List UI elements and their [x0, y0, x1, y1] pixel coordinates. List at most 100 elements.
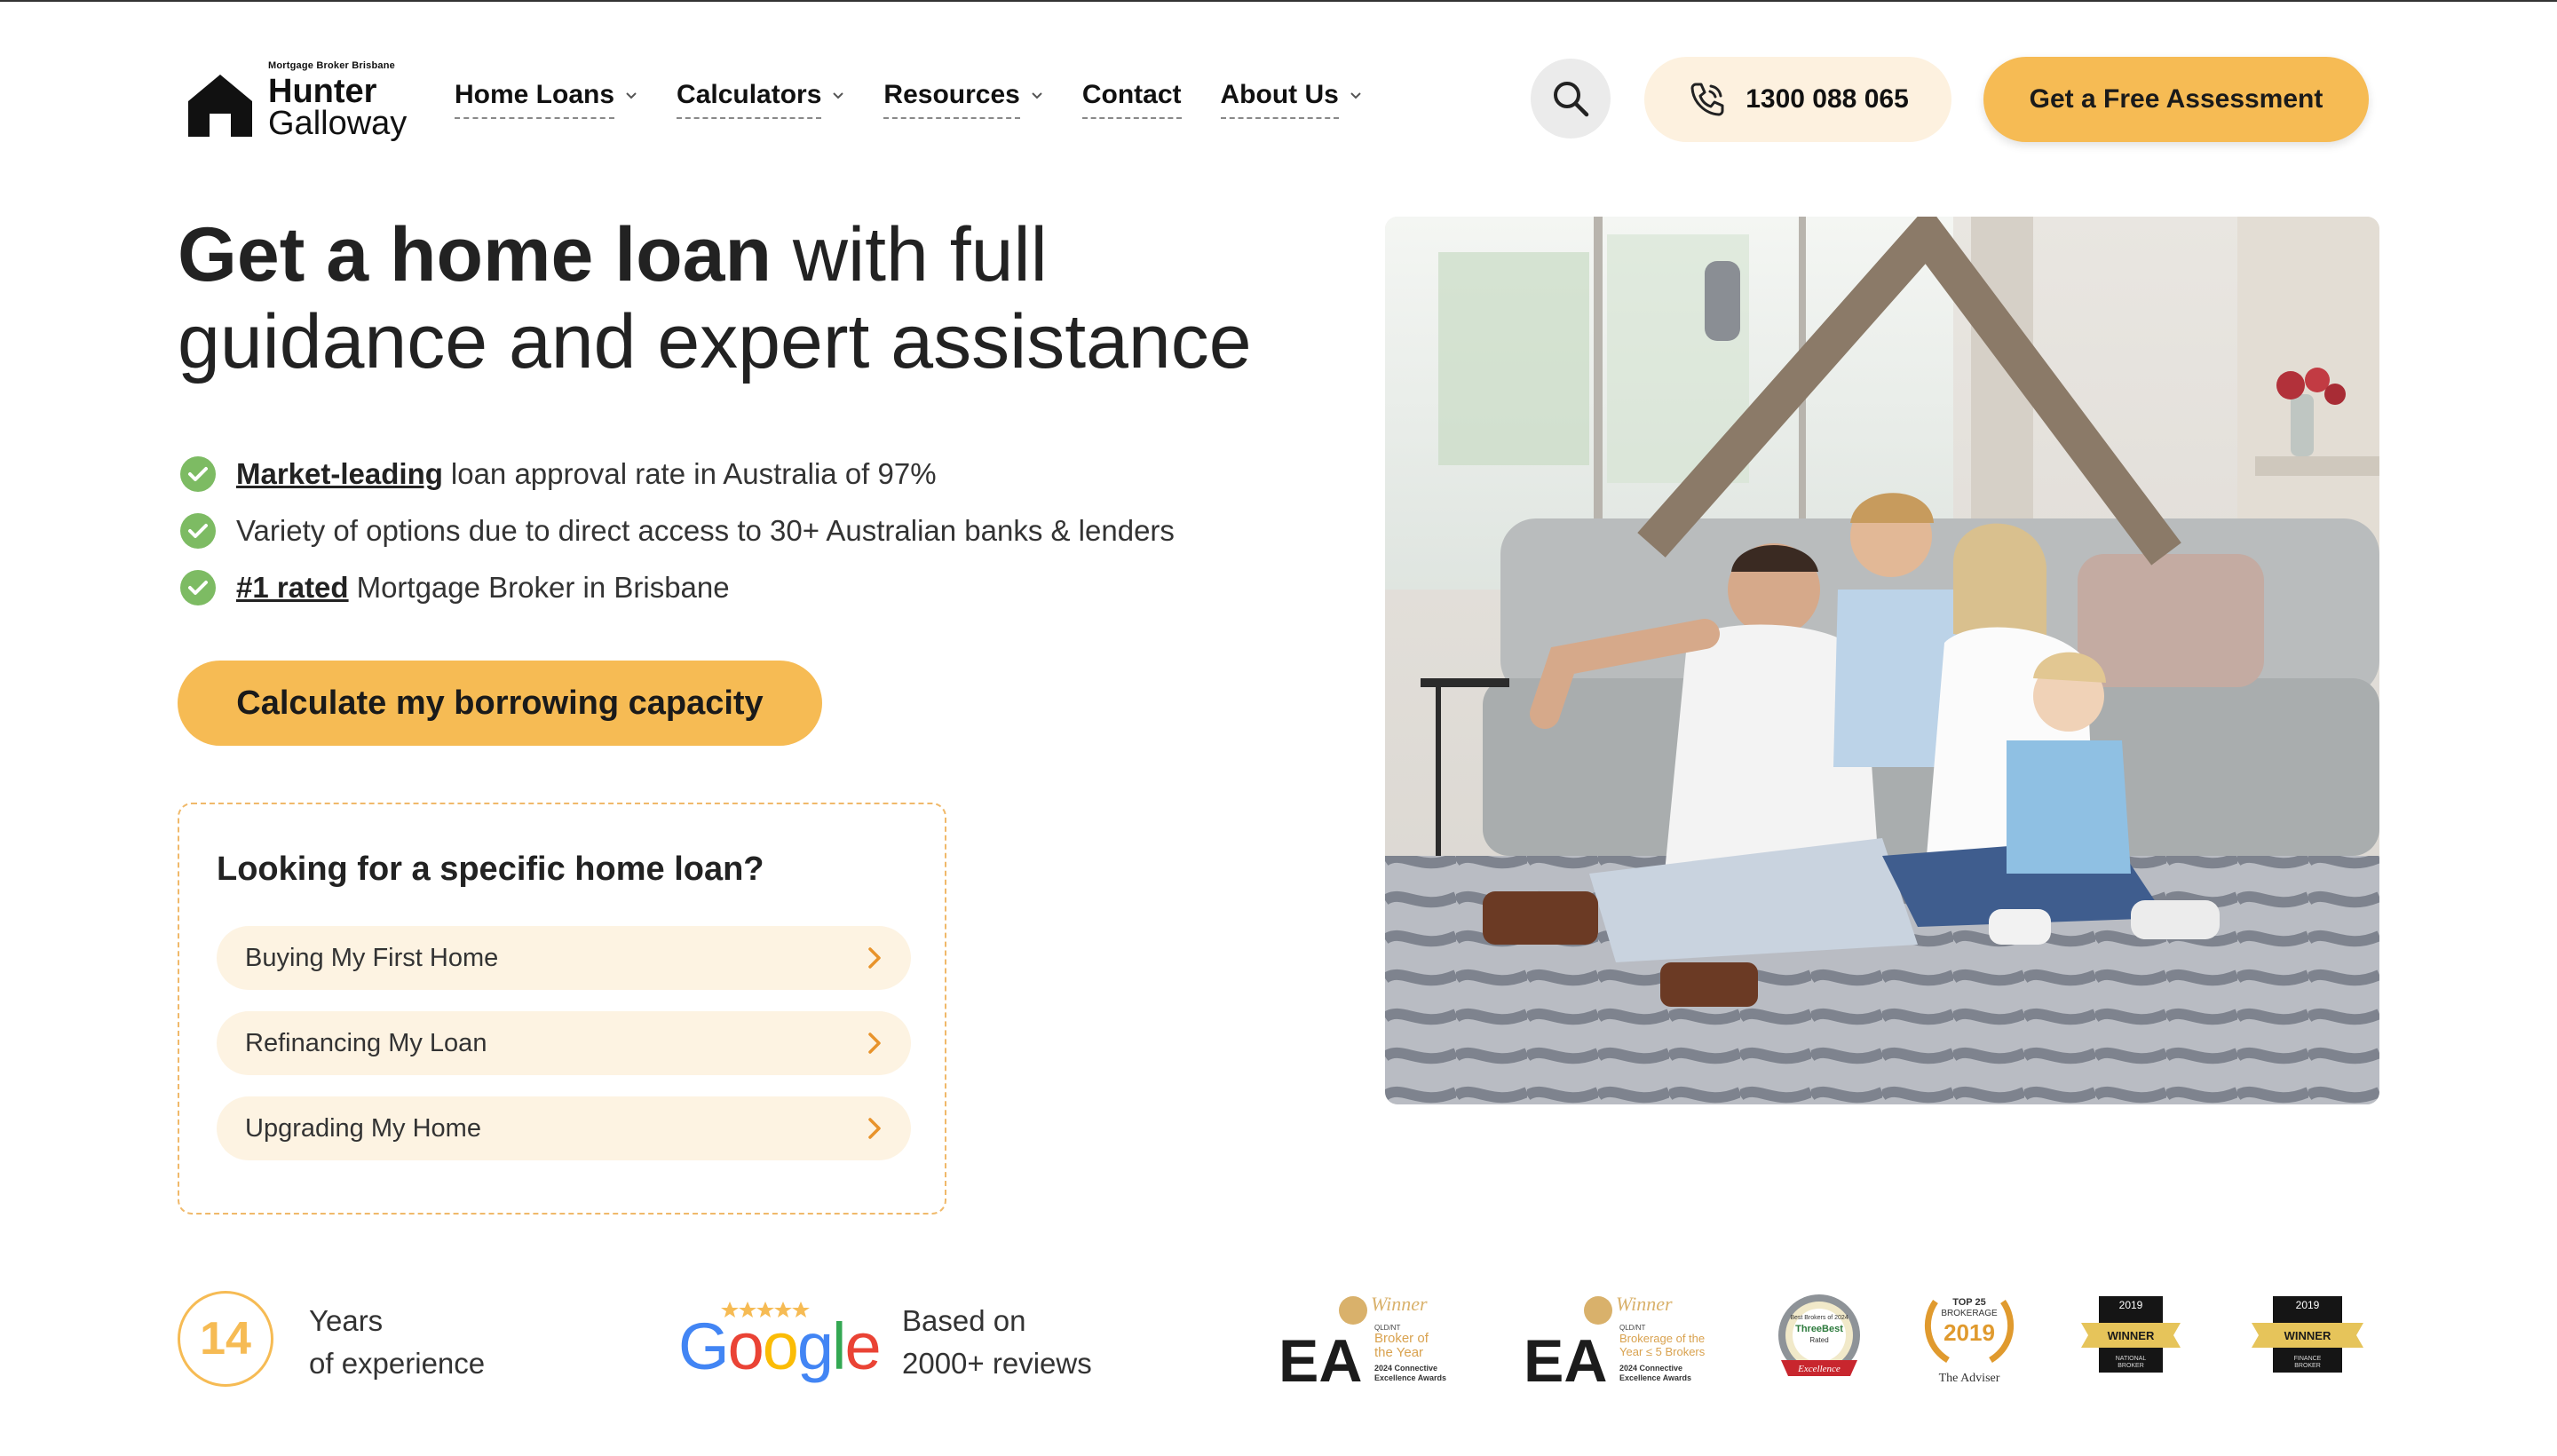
award-badge-winner-2019: 2019 WINNER NATIONAL BROKER — [2081, 1296, 2181, 1373]
nav-item-about-us[interactable]: About Us — [1220, 80, 1362, 119]
award-badge-top25-brokerage: TOP 25 BROKERAGE 2019 The Adviser — [1918, 1284, 2021, 1387]
svg-text:2019: 2019 — [2119, 1299, 2143, 1311]
check-circle-icon — [180, 513, 216, 549]
number-one-rated-link[interactable]: #1 rated — [236, 571, 349, 605]
brand-name-line1: Hunter — [268, 73, 377, 110]
brand-wordmark: Mortgage Broker Brisbane Hunter Galloway — [268, 60, 408, 142]
nav-item-label: Resources — [883, 80, 1020, 119]
loan-option-label: Refinancing My Loan — [245, 1028, 487, 1057]
svg-text:FINANCE: FINANCE — [2294, 1356, 2322, 1362]
chevron-down-icon — [1350, 92, 1361, 99]
svg-text:Rated: Rated — [1809, 1336, 1828, 1344]
svg-text:Best Brokers of 2024: Best Brokers of 2024 — [1790, 1315, 1848, 1321]
hero-title: Get a home loan with full guidance and e… — [178, 211, 1332, 385]
chevron-down-icon — [833, 92, 844, 99]
nav-item-label: Home Loans — [455, 80, 615, 119]
calculate-borrowing-button[interactable]: Calculate my borrowing capacity — [178, 661, 822, 746]
hero-title-rest-2: guidance and expert assistance — [178, 299, 1252, 384]
reviews-text: Based on 2000+ reviews — [902, 1300, 1092, 1385]
main-nav: Home Loans Calculators Resources Contact… — [455, 80, 1362, 119]
nav-item-resources[interactable]: Resources — [883, 80, 1042, 119]
house-logo-icon — [188, 75, 252, 137]
svg-text:The Adviser: The Adviser — [1939, 1372, 2000, 1385]
svg-text:2019: 2019 — [1943, 1319, 1995, 1346]
nav-item-contact[interactable]: Contact — [1081, 80, 1182, 119]
svg-text:the Year: the Year — [1374, 1345, 1423, 1360]
chevron-down-icon — [626, 92, 637, 99]
brand-logo[interactable]: Mortgage Broker Brisbane Hunter Galloway — [185, 60, 416, 140]
bullet-item: Market-leading loan approval rate in Aus… — [179, 446, 1175, 502]
svg-text:Excellence Awards: Excellence Awards — [1619, 1373, 1691, 1382]
svg-text:ThreeBest: ThreeBest — [1795, 1324, 1843, 1334]
bullet-text: Variety of options due to direct access … — [236, 514, 1175, 547]
search-button[interactable] — [1531, 59, 1611, 138]
years-line2: of experience — [309, 1347, 486, 1380]
bullet-item: Variety of options due to direct access … — [179, 502, 1175, 559]
award-badge-brokerage-of-year: EA Winner QLD/NT Brokerage of the Year ≤… — [1524, 1289, 1710, 1395]
phone-button[interactable]: 1300 088 065 — [1644, 57, 1951, 142]
hero-family-photo — [1385, 217, 2379, 1104]
phone-number: 1300 088 065 — [1746, 84, 1909, 114]
svg-text:NATIONAL: NATIONAL — [2116, 1356, 2147, 1362]
years-experience-badge: 14 — [178, 1291, 273, 1387]
free-assessment-button[interactable]: Get a Free Assessment — [1983, 57, 2369, 142]
years-experience-text: Years of experience — [309, 1300, 485, 1385]
award-badge-threebest: Best Brokers of 2024 ThreeBest Rated Exc… — [1770, 1293, 1868, 1385]
svg-text:Year ≤ 5 Brokers: Year ≤ 5 Brokers — [1619, 1345, 1706, 1358]
family-under-roof-illustration — [1385, 217, 2379, 1104]
svg-text:BROKER: BROKER — [2294, 1363, 2321, 1369]
bullet-text: Mortgage Broker in Brisbane — [356, 571, 730, 604]
check-circle-icon — [180, 456, 216, 492]
google-wordmark: Google — [678, 1310, 882, 1383]
google-reviews-logo[interactable]: Google — [675, 1300, 882, 1380]
phone-call-icon — [1690, 83, 1724, 116]
loan-option-label: Upgrading My Home — [245, 1113, 481, 1143]
award-badge-finance-broker-2019: 2019 WINNER FINANCE BROKER — [2252, 1296, 2363, 1373]
svg-text:WINNER: WINNER — [2108, 1329, 2155, 1342]
chevron-right-icon — [868, 947, 881, 969]
nav-item-label: About Us — [1220, 80, 1339, 119]
svg-text:EA: EA — [1278, 1327, 1362, 1387]
loan-finder-title: Looking for a specific home loan? — [217, 851, 764, 888]
loan-option-refinancing[interactable]: Refinancing My Loan — [217, 1011, 911, 1075]
search-icon — [1554, 82, 1589, 117]
brand-name-line2: Galloway — [268, 105, 408, 142]
market-leading-link[interactable]: Market-leading — [236, 457, 443, 491]
award-badge-broker-of-year: EA Winner QLD/NT Broker of the Year 2024… — [1278, 1289, 1465, 1395]
svg-text:Winner: Winner — [1616, 1293, 1673, 1315]
site-header: Mortgage Broker Brisbane Hunter Galloway… — [0, 2, 2557, 197]
svg-text:Excellence Awards: Excellence Awards — [1374, 1373, 1446, 1382]
bullet-item: #1 rated Mortgage Broker in Brisbane — [179, 559, 1175, 616]
svg-text:Winner: Winner — [1371, 1293, 1428, 1315]
hero-bullet-list: Market-leading loan approval rate in Aus… — [179, 446, 1175, 616]
svg-text:Brokerage of the: Brokerage of the — [1619, 1332, 1705, 1345]
hero-title-strong: Get a home loan — [178, 212, 772, 297]
bullet-text: loan approval rate in Australia of 97% — [450, 457, 937, 490]
nav-item-label: Contact — [1081, 80, 1182, 119]
hero-title-rest-1: with full — [772, 212, 1048, 297]
loan-option-upgrading[interactable]: Upgrading My Home — [217, 1096, 911, 1160]
chevron-right-icon — [868, 1033, 881, 1054]
loan-option-first-home[interactable]: Buying My First Home — [217, 926, 911, 990]
svg-text:Broker of: Broker of — [1374, 1331, 1429, 1346]
loan-finder-box: Looking for a specific home loan? Buying… — [178, 803, 946, 1215]
years-line1: Years — [309, 1304, 384, 1337]
reviews-line1: Based on — [902, 1304, 1026, 1337]
svg-text:EA: EA — [1524, 1327, 1607, 1387]
loan-option-label: Buying My First Home — [245, 943, 499, 972]
svg-text:2024 Connective: 2024 Connective — [1619, 1364, 1682, 1373]
svg-text:QLD/NT: QLD/NT — [1619, 1324, 1645, 1332]
svg-text:2024 Connective: 2024 Connective — [1374, 1364, 1437, 1373]
svg-text:BROKER: BROKER — [2118, 1363, 2144, 1369]
nav-item-home-loans[interactable]: Home Loans — [455, 80, 637, 119]
svg-text:WINNER: WINNER — [2284, 1329, 2331, 1342]
check-circle-icon — [180, 570, 216, 605]
nav-item-calculators[interactable]: Calculators — [677, 80, 844, 119]
nav-item-label: Calculators — [677, 80, 822, 119]
svg-text:Excellence: Excellence — [1797, 1364, 1841, 1374]
chevron-right-icon — [868, 1118, 881, 1139]
svg-text:TOP 25: TOP 25 — [1952, 1297, 1986, 1308]
chevron-down-icon — [1032, 92, 1042, 99]
brand-tagline: Mortgage Broker Brisbane — [268, 60, 395, 71]
svg-text:BROKERAGE: BROKERAGE — [1941, 1309, 1998, 1318]
